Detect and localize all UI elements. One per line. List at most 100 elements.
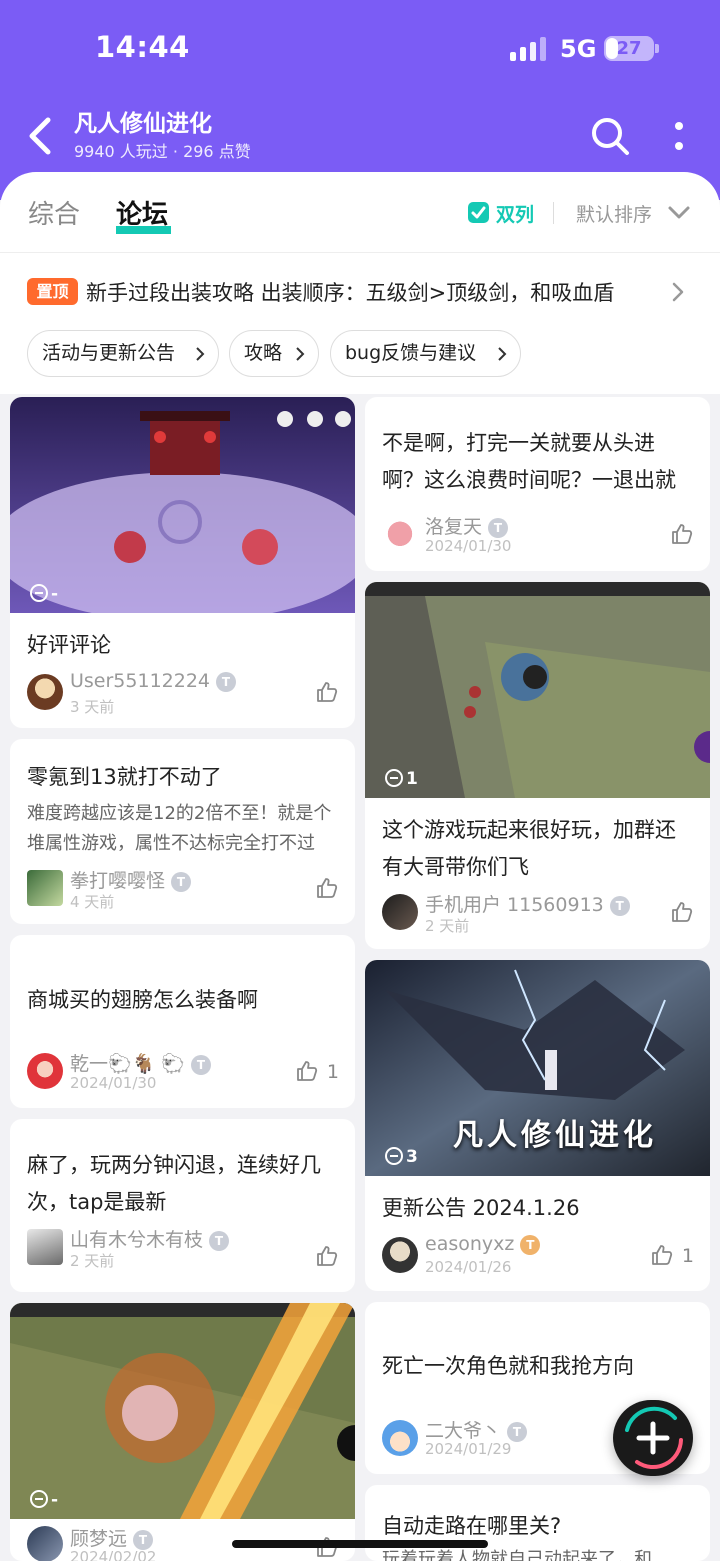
more-options-icon[interactable] (665, 118, 693, 154)
post-card[interactable]: - 顾梦远 T 2024/02/02 (10, 1303, 355, 1561)
author-name[interactable]: User55112224 T (70, 670, 237, 692)
author-name[interactable]: 顾梦远 T (70, 1524, 154, 1551)
author-name[interactable]: 拳打嘤嘤怪 T (70, 866, 192, 893)
chip-label: bug反馈与建议 (345, 342, 477, 364)
post-card[interactable]: 不是啊，打完一关就要从头进啊？这么浪费时间呢？一退出就得从头开始 洛复天T 20… (365, 397, 710, 571)
level-badge-icon: T (507, 1422, 528, 1442)
level-badge-icon: T (209, 1231, 230, 1251)
post-card[interactable]: 麻了，玩两分钟闪退，连续好几次，tap是最新 山有木兮木有枝 T 2 天前 (10, 1119, 355, 1292)
avatar[interactable] (27, 1229, 63, 1265)
like-button[interactable]: 1 (279, 1059, 339, 1085)
chip-label: 活动与更新公告 (42, 342, 176, 364)
tab-general[interactable]: 综合 (28, 194, 80, 231)
level-badge-icon: T (171, 872, 192, 892)
like-button[interactable] (279, 1244, 339, 1270)
post-title: 零氪到13就打不动了 (27, 765, 222, 789)
like-button[interactable] (634, 900, 694, 926)
thumbs-up-icon (317, 682, 338, 702)
like-button[interactable] (279, 1535, 339, 1561)
post-card[interactable]: 商城买的翅膀怎么装备啊 乾一🐑🐐 🐑 T 2024/01/30 1 (10, 935, 355, 1108)
divider (553, 202, 554, 224)
chip-guides[interactable]: 攻略 (229, 330, 319, 377)
author-name[interactable]: easonyxz T (425, 1233, 541, 1255)
author-name[interactable]: 乾一🐑🐐 🐑 T (70, 1049, 212, 1076)
chip-announcements[interactable]: 活动与更新公告 (27, 330, 219, 377)
author-name[interactable]: 手机用户 11560913 T (425, 890, 630, 917)
chevron-down-icon[interactable] (666, 200, 692, 224)
search-icon[interactable] (590, 116, 630, 156)
avatar[interactable] (382, 1237, 418, 1273)
battery-level: 27 (616, 38, 642, 59)
post-card[interactable]: 零氪到13就打不动了 难度跨越应该是12的2倍不至！就是个堆属性游戏，属性不达标… (10, 739, 355, 924)
chip-bug-feedback[interactable]: bug反馈与建议 (330, 330, 521, 377)
level-badge-icon: T (133, 1530, 154, 1550)
battery-tip (655, 44, 659, 53)
like-button[interactable] (279, 876, 339, 902)
like-count: 1 (681, 1245, 694, 1267)
post-title: 不是啊，打完一关就要从头进啊？这么浪费时间呢？一退出就得从头开始 (382, 431, 676, 492)
sort-dropdown[interactable]: 默认排序 (576, 200, 652, 227)
network-type: 5G (560, 35, 597, 63)
post-date: 2024/02/02 (70, 1548, 157, 1561)
post-date: 2024/01/29 (425, 1440, 512, 1458)
avatar[interactable] (382, 894, 418, 930)
game-stats: 9940 人玩过 · 296 点赞 (74, 142, 251, 161)
back-arrow-icon[interactable] (24, 114, 58, 158)
like-count: 1 (326, 1061, 339, 1083)
thumbs-up-icon (317, 878, 338, 898)
post-title: 麻了，玩两分钟闪退，连续好几次，tap是最新 (27, 1153, 321, 1214)
checkbox-checked-icon[interactable] (468, 202, 489, 223)
comment-count: 1 (385, 769, 418, 789)
chevron-right-icon[interactable] (668, 280, 688, 304)
avatar[interactable] (382, 1420, 418, 1456)
post-date: 4 天前 (70, 893, 115, 911)
thumbs-up-icon (652, 1245, 673, 1265)
image-caption: 凡人修仙进化 (453, 1118, 657, 1153)
avatar[interactable] (27, 1526, 63, 1561)
author-name[interactable]: 洛复天 T (425, 512, 509, 539)
comment-bubble-icon (385, 1147, 403, 1165)
comment-count: - (30, 1490, 58, 1510)
chevron-right-icon (296, 347, 305, 361)
post-card[interactable]: 自动走路在哪里关? 玩着玩着人物就自己动起来了，和 (365, 1485, 710, 1561)
post-date: 2024/01/30 (425, 537, 512, 555)
avatar[interactable] (27, 870, 63, 906)
tab-forum[interactable]: 论坛 (116, 194, 168, 231)
avatar[interactable] (27, 1053, 63, 1089)
comment-count: 3 (385, 1147, 418, 1167)
post-date: 3 天前 (70, 698, 115, 716)
dual-column-toggle[interactable]: 双列 (496, 200, 534, 227)
home-indicator[interactable] (232, 1540, 488, 1548)
thumbs-up-icon (297, 1061, 318, 1081)
post-card[interactable]: 1 这个游戏玩起来很好玩，加群还有大哥带你们飞 手机用户 11560913 T 2… (365, 582, 710, 949)
thumbs-up-icon (317, 1246, 338, 1266)
level-badge-icon: T (191, 1055, 212, 1075)
divider (0, 252, 720, 253)
thumbs-up-icon (672, 524, 693, 544)
post-title: 死亡一次角色就和我抢方向 (382, 1354, 634, 1378)
pinned-post-title[interactable]: 新手过段出装攻略 出装顺序：五级剑>顶级剑，和吸血盾 (86, 277, 664, 307)
post-date: 2 天前 (425, 917, 470, 935)
like-button[interactable] (279, 680, 339, 706)
thumbs-up-icon (672, 902, 693, 922)
avatar[interactable] (382, 514, 418, 550)
post-title: 商城买的翅膀怎么装备啊 (27, 988, 258, 1012)
level-badge-icon: T (488, 518, 509, 538)
avatar[interactable] (27, 674, 63, 710)
post-image (365, 582, 710, 798)
post-card[interactable]: - 好评评论 User55112224 T 3 天前 (10, 397, 355, 728)
author-name[interactable]: 二大爷丶 T (425, 1416, 528, 1443)
like-button[interactable]: 1 (634, 1243, 694, 1269)
post-excerpt: 难度跨越应该是12的2倍不至！就是个堆属性游戏，属性不达标完全打不过 (27, 803, 332, 854)
comment-bubble-icon (385, 769, 403, 787)
chevron-right-icon (498, 347, 507, 361)
level-badge-icon: T (216, 672, 237, 692)
chip-label: 攻略 (244, 342, 283, 364)
create-post-button[interactable] (613, 1400, 693, 1476)
signal-icon (510, 37, 546, 61)
like-button[interactable] (634, 522, 694, 548)
chevron-right-icon (196, 347, 205, 361)
author-name[interactable]: 山有木兮木有枝 T (70, 1225, 230, 1252)
battery-icon: 27 (604, 36, 654, 61)
post-card[interactable]: 凡人修仙进化 3 更新公告 2024.1.26 easonyxz T 2024/0… (365, 960, 710, 1291)
